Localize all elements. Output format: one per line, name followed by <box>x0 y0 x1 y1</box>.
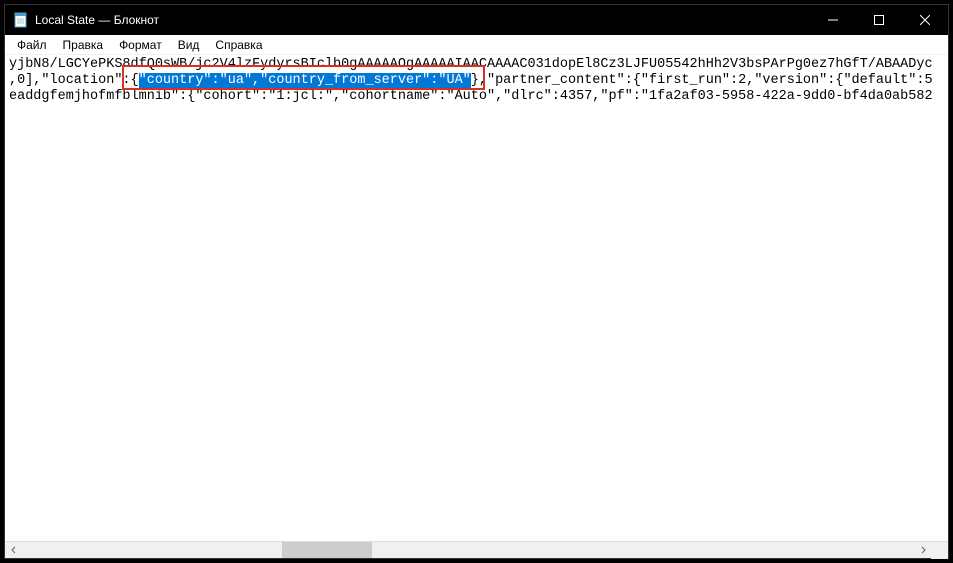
window-title: Local State — Блокнот <box>35 13 810 27</box>
text-line: eaddgfemjhofmfblmnib":{"cohort":"1:jcl:"… <box>9 89 944 105</box>
menubar: Файл Правка Формат Вид Справка <box>5 35 948 55</box>
selected-text: "country":"ua","country_from_server":"UA… <box>139 73 471 88</box>
menu-help[interactable]: Справка <box>207 36 270 54</box>
text-line: ,0],"location":{"country":"ua","country_… <box>9 73 944 89</box>
titlebar[interactable]: Local State — Блокнот <box>5 5 948 35</box>
scroll-left-arrow[interactable] <box>5 542 22 559</box>
notepad-icon <box>13 12 29 28</box>
notepad-window: Local State — Блокнот Файл Правка Формат… <box>4 4 949 559</box>
close-button[interactable] <box>902 5 948 35</box>
menu-view[interactable]: Вид <box>170 36 208 54</box>
scroll-thumb[interactable] <box>282 542 372 558</box>
scroll-corner <box>931 542 948 559</box>
menu-file[interactable]: Файл <box>9 36 55 54</box>
horizontal-scrollbar <box>5 541 948 558</box>
text-editor[interactable]: yjbN8/LGCYePKS8dfQ0sWB/jc2V4lzFydyrsBIcl… <box>5 55 948 541</box>
minimize-button[interactable] <box>810 5 856 35</box>
text-line: yjbN8/LGCYePKS8dfQ0sWB/jc2V4lzFydyrsBIcl… <box>9 57 944 73</box>
window-controls <box>810 5 948 35</box>
scroll-right-arrow[interactable] <box>914 542 931 559</box>
scroll-track[interactable] <box>22 542 914 558</box>
menu-edit[interactable]: Правка <box>55 36 112 54</box>
maximize-button[interactable] <box>856 5 902 35</box>
menu-format[interactable]: Формат <box>111 36 170 54</box>
